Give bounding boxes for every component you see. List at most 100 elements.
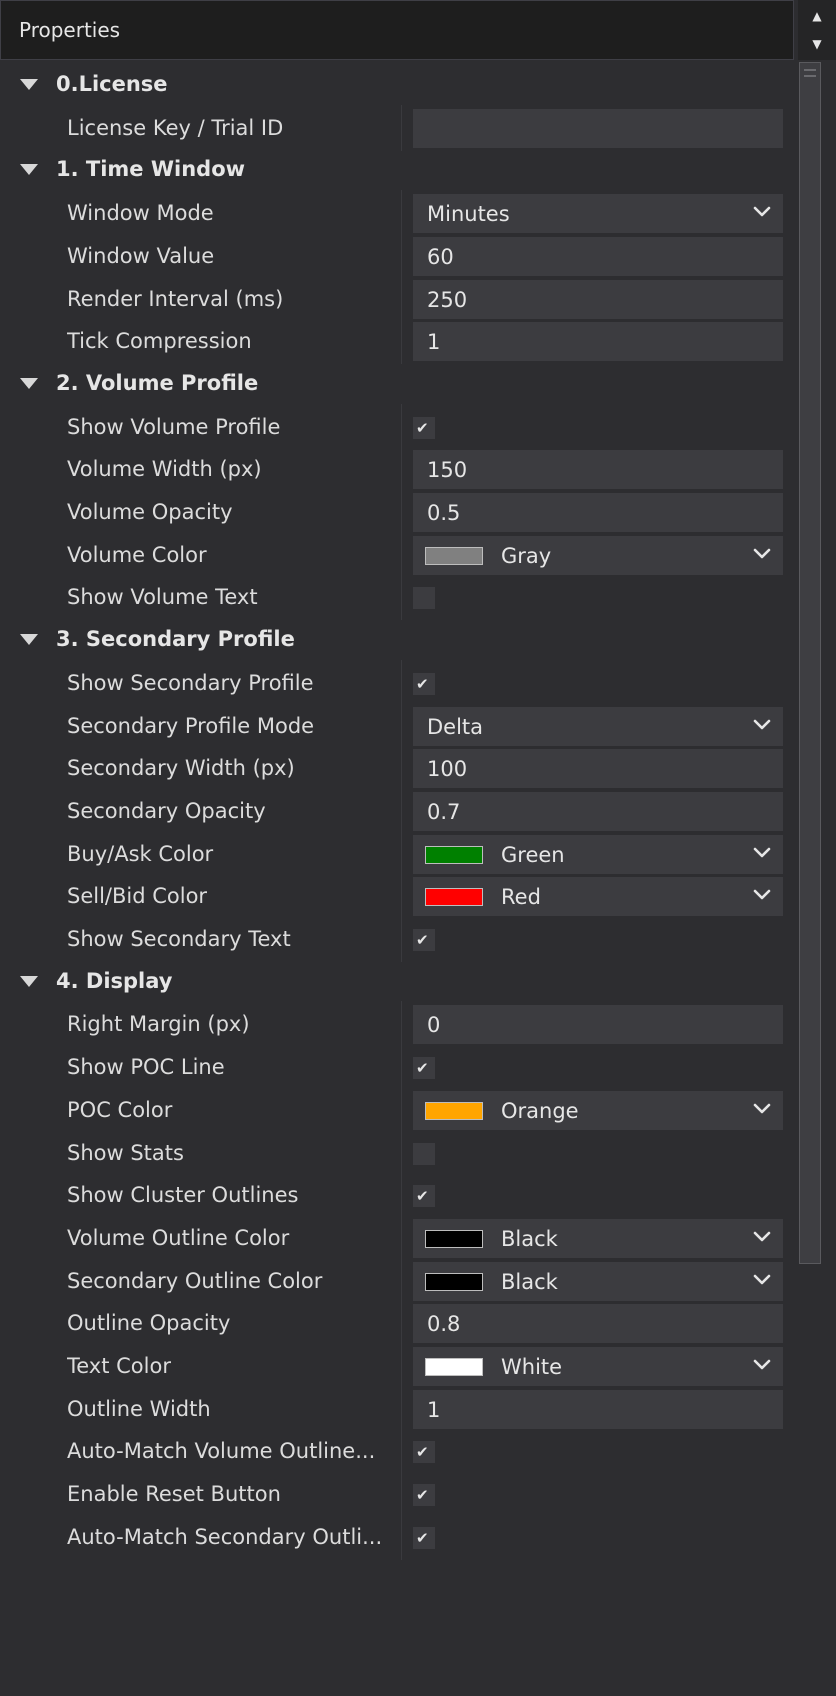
column-divider[interactable] [401,403,402,450]
window-value-input[interactable]: 60 [413,236,783,276]
property-row-volume-opacity: Volume Opacity 0.5 [8,489,793,535]
column-divider[interactable] [401,659,402,706]
column-divider[interactable] [401,873,402,920]
show-cluster-outlines-checkbox[interactable]: ✔ [413,1185,435,1208]
column-divider[interactable] [401,1257,402,1304]
property-label: Auto-Match Volume Outline... [67,1439,376,1464]
chevron-down-icon[interactable] [751,1098,773,1120]
scroll-up-icon[interactable]: ▲ [798,2,836,30]
category-label: 2. Volume Profile [56,370,259,395]
property-row-volume-width-px: Volume Width (px) 150 [8,446,793,493]
auto-match-volume-outline-checkbox[interactable]: ✔ [413,1441,435,1464]
column-divider[interactable] [401,1513,402,1560]
chevron-down-icon[interactable] [751,1269,773,1291]
column-divider[interactable] [401,1214,402,1261]
column-divider[interactable] [401,1385,402,1432]
chevron-down-icon[interactable] [751,543,773,565]
column-divider[interactable] [401,787,402,834]
column-divider[interactable] [401,489,402,535]
collapse-arrow-icon[interactable] [20,377,38,389]
chevron-down-icon[interactable] [751,842,773,864]
poc-color-dropdown[interactable]: Orange [413,1090,783,1130]
selected-color-name: Green [501,842,565,867]
show-secondary-text-checkbox[interactable]: ✔ [413,929,435,951]
column-divider[interactable] [401,1129,402,1176]
column-divider[interactable] [401,1172,402,1219]
enable-reset-button-checkbox[interactable]: ✔ [413,1484,435,1507]
column-divider[interactable] [401,1471,402,1518]
category-3-secondary-profile[interactable]: 3. Secondary Profile [8,617,793,663]
column-divider[interactable] [401,574,402,621]
column-divider[interactable] [401,1086,402,1133]
category-0-license[interactable]: 0.License [8,62,793,108]
chevron-down-icon[interactable] [751,884,773,906]
checkmark-icon: ✔ [416,1059,429,1078]
column-divider[interactable] [401,1001,402,1048]
window-mode-dropdown[interactable]: Minutes [413,194,783,234]
property-label: Sell/Bid Color [67,884,208,909]
chevron-down-icon[interactable] [751,714,773,736]
column-divider[interactable] [401,531,402,578]
collapse-arrow-icon[interactable] [20,164,38,176]
license-key-trial-id-input[interactable] [413,108,783,148]
column-divider[interactable] [401,275,402,322]
category-4-display[interactable]: 4. Display [8,959,793,1005]
right-margin-px-input[interactable]: 0 [413,1005,783,1045]
auto-match-secondary-outli-checkbox[interactable]: ✔ [413,1526,435,1549]
secondary-profile-mode-dropdown[interactable]: Delta [413,706,783,746]
sell-bid-color-dropdown[interactable]: Red [413,877,783,917]
volume-outline-color-dropdown[interactable]: Black [413,1218,783,1258]
column-divider[interactable] [401,190,402,237]
column-divider[interactable] [401,1343,402,1389]
buy-ask-color-dropdown[interactable]: Green [413,834,783,874]
scroll-down-icon[interactable]: ▼ [798,30,836,58]
column-divider[interactable] [401,916,402,962]
volume-opacity-input[interactable]: 0.5 [413,493,783,532]
field-value: 100 [427,757,468,782]
collapse-arrow-icon[interactable] [20,975,38,987]
text-color-dropdown[interactable]: White [413,1347,783,1386]
column-divider[interactable] [401,104,402,151]
outline-opacity-input[interactable]: 0.8 [413,1304,783,1344]
column-divider[interactable] [401,830,402,877]
outline-width-input[interactable]: 1 [413,1389,783,1429]
show-stats-checkbox[interactable] [413,1142,435,1165]
property-grid: 0.License License Key / Trial ID 1. Time W… [8,62,793,1696]
show-volume-text-checkbox[interactable] [413,587,435,610]
column-divider[interactable] [401,1044,402,1091]
column-divider[interactable] [401,1428,402,1475]
column-divider[interactable] [401,702,402,749]
collapse-arrow-icon[interactable] [20,634,38,646]
property-label: Secondary Outline Color [67,1268,323,1293]
selected-value: Minutes [427,202,510,227]
column-divider[interactable] [401,318,402,365]
volume-width-px-input[interactable]: 150 [413,450,783,490]
property-row-outline-width: Outline Width 1 [8,1385,793,1432]
color-swatch [425,888,483,907]
column-divider[interactable] [401,446,402,493]
column-divider[interactable] [401,232,402,279]
show-poc-line-checkbox[interactable]: ✔ [413,1057,435,1080]
chevron-down-icon[interactable] [751,1354,773,1376]
tick-compression-input[interactable]: 1 [413,322,783,362]
category-1-time-window[interactable]: 1. Time Window [8,147,793,193]
property-row-window-value: Window Value 60 [8,232,793,279]
column-divider[interactable] [401,745,402,792]
show-volume-profile-checkbox[interactable]: ✔ [413,416,435,439]
secondary-outline-color-dropdown[interactable]: Black [413,1261,783,1301]
volume-color-dropdown[interactable]: Gray [413,535,783,575]
render-interval-ms-input[interactable]: 250 [413,279,783,319]
vertical-scrollbar[interactable] [797,62,825,1696]
column-divider[interactable] [401,1300,402,1347]
property-row-render-interval-ms: Render Interval (ms) 250 [8,275,793,322]
secondary-opacity-input[interactable]: 0.7 [413,791,783,831]
scrollbar-thumb[interactable] [799,62,821,1264]
chevron-down-icon[interactable] [751,201,773,223]
category-2-volume-profile[interactable]: 2. Volume Profile [8,361,793,407]
secondary-width-px-input[interactable]: 100 [413,749,783,789]
property-row-secondary-opacity: Secondary Opacity 0.7 [8,787,793,834]
collapse-arrow-icon[interactable] [20,79,38,90]
chevron-down-icon[interactable] [751,1226,773,1248]
show-secondary-profile-checkbox[interactable]: ✔ [413,672,435,695]
property-row-right-margin-px: Right Margin (px) 0 [8,1001,793,1048]
